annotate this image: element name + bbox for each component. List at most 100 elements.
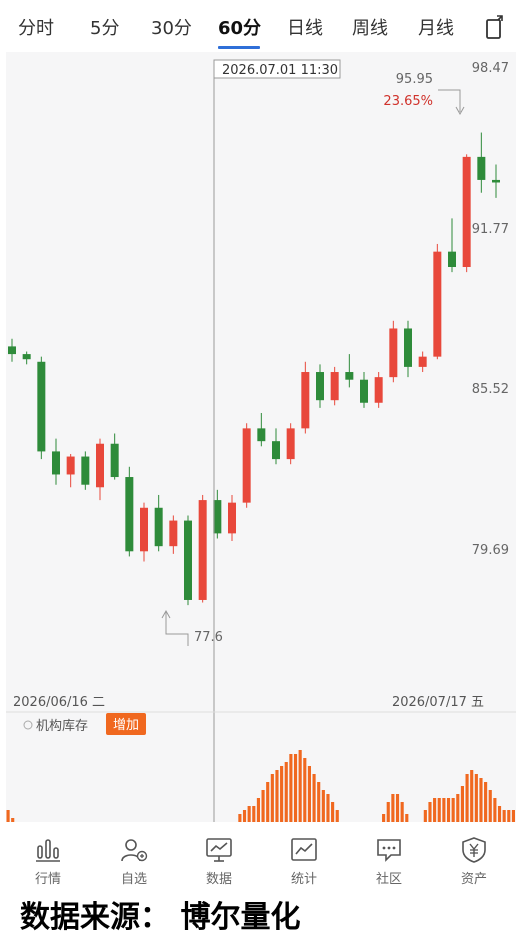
volume-bar [470, 770, 474, 822]
volume-bar [395, 794, 400, 822]
candle-body [286, 428, 295, 460]
candle-body [228, 502, 236, 534]
candle-body [125, 477, 134, 552]
candle-body [96, 443, 104, 488]
candle-body [140, 507, 148, 552]
volume-bar [289, 754, 293, 822]
low-price-label: 77.6 [194, 630, 223, 645]
candle-body [418, 356, 427, 367]
tab-timeshare[interactable]: 分时 [18, 14, 54, 40]
candle-body [492, 179, 500, 183]
candle-body [110, 443, 119, 478]
price-tick-98-47: 98.47 [472, 61, 509, 76]
candle-body [81, 456, 90, 485]
indicator-name: 机构库存 [36, 718, 88, 734]
volume-bar [405, 814, 409, 822]
volume-bar [382, 814, 386, 822]
price-tick-85-52: 85.52 [472, 382, 509, 397]
nav-data[interactable]: 数据 [179, 826, 259, 890]
volume-bar [433, 798, 437, 822]
nav-statistics[interactable]: 统计 [264, 826, 344, 890]
candle-body [360, 379, 368, 403]
monitor-chart-icon [206, 838, 232, 862]
candle-body [462, 156, 471, 268]
volume-bar [437, 798, 441, 822]
candle-body [272, 441, 280, 460]
nav-assets-label: 资产 [460, 872, 487, 887]
nav-community[interactable]: 社区 [349, 826, 429, 890]
candle-body [213, 500, 222, 534]
volume-bar [284, 762, 288, 822]
volume-bar [400, 802, 404, 822]
candle-body [52, 451, 60, 475]
candle-body [404, 328, 412, 367]
kline-chart[interactable]: 98.47 91.77 85.52 79.69 95.95 23.65% 77.… [6, 52, 516, 822]
high-change-pct: 23.65% [383, 94, 433, 109]
indicator-add-label[interactable]: 增加 [113, 718, 139, 733]
rotate-screen-icon[interactable] [484, 12, 508, 40]
volume-bar [507, 810, 511, 822]
high-price-label: 95.95 [396, 72, 433, 87]
volume-bar [446, 798, 451, 822]
tab-daily[interactable]: 日线 [287, 14, 323, 40]
indicator-settings-icon[interactable] [23, 720, 33, 730]
volume-bar [465, 774, 469, 822]
volume-bar [238, 814, 242, 822]
bar-chart-icon [36, 839, 60, 862]
volume-bar [442, 798, 446, 822]
volume-bar [493, 798, 497, 822]
data-source-watermark: 数据来源： 博尔量化 [20, 900, 301, 935]
bottom-navigation: 行情 自选 数据 统计 社区 资产 [0, 826, 522, 890]
volume-bar [275, 770, 279, 822]
volume-bar [391, 794, 395, 822]
volume-bar [6, 810, 10, 822]
volume-bar [326, 794, 330, 822]
tab-60min[interactable]: 60分 [218, 14, 261, 40]
active-tab-indicator [218, 46, 260, 49]
volume-bar [266, 782, 270, 822]
tab-5min[interactable]: 5分 [90, 14, 119, 40]
volume-bar [484, 782, 488, 822]
candle-body [37, 361, 46, 452]
nav-watchlist-label: 自选 [120, 872, 147, 887]
volume-bar [331, 802, 335, 822]
volume-bar [247, 806, 251, 822]
candle-body [66, 456, 75, 475]
candle-body [8, 346, 16, 355]
volume-bar [488, 790, 492, 822]
line-chart-icon [291, 838, 317, 861]
candle-body [477, 156, 486, 180]
volume-bar [261, 790, 265, 822]
volume-bar-group [6, 750, 515, 822]
tab-weekly[interactable]: 周线 [352, 14, 388, 40]
yuan-shield-icon [462, 837, 486, 863]
tab-monthly[interactable]: 月线 [418, 14, 454, 40]
candle-body [169, 520, 178, 547]
end-date-label: 2026/07/17 五 [392, 695, 484, 710]
volume-bar [456, 794, 460, 822]
volume-bar [270, 774, 274, 822]
nav-quotes[interactable]: 行情 [8, 826, 88, 890]
volume-bar [479, 778, 483, 822]
candle-body [330, 372, 339, 401]
candle-body [316, 372, 324, 401]
nav-watchlist[interactable]: 自选 [94, 826, 174, 890]
volume-bar [293, 754, 298, 822]
candle-body [433, 251, 442, 357]
volume-bar [386, 802, 390, 822]
candle-body [184, 520, 192, 600]
tab-30min[interactable]: 30分 [151, 14, 192, 40]
volume-bar [511, 810, 515, 822]
volume-bar [307, 766, 311, 822]
crosshair-time-label: 2026.07.01 11:30 [222, 63, 338, 78]
candle-group [8, 132, 500, 606]
user-add-icon [121, 839, 148, 862]
nav-statistics-label: 统计 [290, 872, 317, 887]
candle-body [154, 507, 163, 547]
nav-assets[interactable]: 资产 [434, 826, 514, 890]
candle-body [374, 377, 383, 403]
volume-bar [451, 798, 455, 822]
candle-body [242, 428, 251, 503]
volume-bar [303, 758, 307, 822]
kline-chart-panel[interactable]: 98.47 91.77 85.52 79.69 95.95 23.65% 77.… [6, 52, 516, 822]
